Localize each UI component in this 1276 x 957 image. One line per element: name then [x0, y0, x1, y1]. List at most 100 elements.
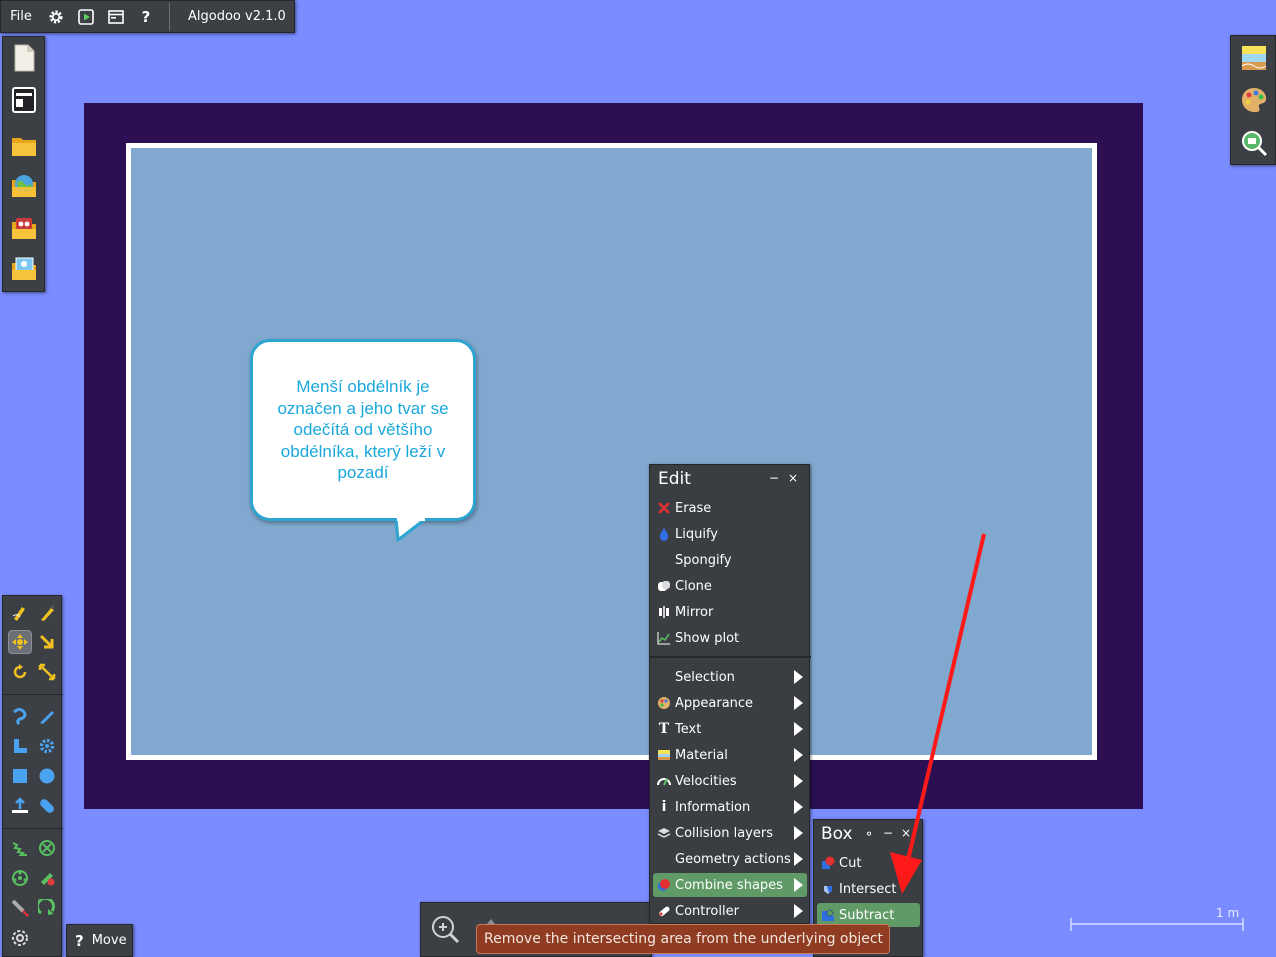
- menu-item-mirror[interactable]: Mirror: [653, 600, 807, 624]
- submenu-arrow-icon: [794, 800, 803, 814]
- move-tool-icon[interactable]: [8, 630, 32, 654]
- gear-icon[interactable]: [41, 0, 71, 33]
- knife-tool-icon[interactable]: [35, 704, 59, 728]
- thruster-tool-icon[interactable]: [35, 896, 59, 920]
- chain-tool-icon[interactable]: [8, 926, 32, 950]
- plot-icon: [653, 626, 675, 650]
- active-tool-label: Move: [91, 933, 127, 948]
- new-scene-icon[interactable]: [10, 43, 38, 73]
- hinge-tool-icon[interactable]: [35, 794, 59, 818]
- appearance-icon: [653, 691, 675, 715]
- open-phun-icon[interactable]: [10, 212, 38, 242]
- minimize-icon[interactable]: −: [769, 471, 779, 485]
- menu-item-show-plot[interactable]: Show plot: [653, 626, 807, 650]
- material-icon: [653, 743, 675, 767]
- menu-item-material[interactable]: Material: [653, 743, 807, 767]
- box-tool-icon[interactable]: [8, 764, 32, 788]
- submenu-arrow-icon: [794, 904, 803, 918]
- wheel-tool-icon[interactable]: [8, 866, 32, 890]
- tool-divider: [3, 694, 63, 695]
- menu-item-label: Show plot: [675, 630, 740, 646]
- cut-icon: [817, 851, 839, 875]
- menu-item-clone[interactable]: Clone: [653, 574, 807, 598]
- layers-icon: [653, 821, 675, 845]
- tool-palette: [2, 595, 63, 957]
- fixate-tool-icon[interactable]: [8, 794, 32, 818]
- menu-item-label: Clone: [675, 578, 712, 594]
- spring-tool-icon[interactable]: [8, 836, 32, 860]
- help-icon: ?: [75, 931, 84, 950]
- gear-tool-icon[interactable]: [35, 734, 59, 758]
- top-bar: File ? Algodoo v2.1.0: [0, 0, 295, 33]
- tracer-tool-icon[interactable]: [35, 866, 59, 890]
- circle-tool-icon[interactable]: [35, 764, 59, 788]
- laser-tool-icon[interactable]: [8, 896, 32, 920]
- file-menu[interactable]: File: [1, 0, 41, 33]
- open-folder-icon[interactable]: [10, 130, 38, 160]
- tool-help-button[interactable]: ? Move: [66, 924, 133, 957]
- intersect-icon: [817, 877, 839, 901]
- menu-item-text[interactable]: T Text: [653, 717, 807, 741]
- menu-item-erase[interactable]: Erase: [653, 496, 807, 520]
- zoom-find-icon[interactable]: [1240, 129, 1268, 157]
- menu-item-combine-shapes[interactable]: Combine shapes: [653, 873, 807, 897]
- brush-tool-icon[interactable]: [35, 601, 59, 625]
- menu-item-label: Collision layers: [675, 825, 773, 841]
- close-icon[interactable]: ×: [788, 471, 798, 485]
- menu-item-label: Appearance: [675, 695, 754, 711]
- menu-item-label: Combine shapes: [675, 877, 783, 893]
- tooltip: Remove the intersecting area from the un…: [476, 924, 890, 954]
- menu-item-controller[interactable]: Controller: [653, 899, 807, 923]
- axle-tool-icon[interactable]: [35, 836, 59, 860]
- palette-icon[interactable]: [1240, 86, 1268, 114]
- submenu-arrow-icon: [794, 878, 803, 892]
- sketch-tool-icon[interactable]: [8, 601, 32, 625]
- help-icon[interactable]: ?: [131, 0, 161, 33]
- template-icon[interactable]: [10, 85, 38, 115]
- menu-item-spongify[interactable]: Spongify: [653, 548, 807, 572]
- controller-icon: [653, 899, 675, 923]
- scale-bar: 1 m: [1070, 905, 1245, 933]
- submenu-arrow-icon: [794, 670, 803, 684]
- submenu-arrow-icon: [794, 774, 803, 788]
- plane-tool-icon[interactable]: [8, 734, 32, 758]
- annotation-arrow: [890, 533, 986, 894]
- right-toolbar: [1230, 35, 1276, 165]
- mirror-icon: [653, 600, 675, 624]
- drag-tool-icon[interactable]: [35, 630, 59, 654]
- rope-tool-icon[interactable]: [8, 704, 32, 728]
- menu-item-information[interactable]: i Information: [653, 795, 807, 819]
- tool-divider: [3, 828, 63, 829]
- bubble-tail: [394, 518, 425, 542]
- menu-item-liquify[interactable]: Liquify: [653, 522, 807, 546]
- menu-separator: [650, 656, 811, 658]
- open-samples-icon[interactable]: [10, 253, 38, 283]
- combine-icon: [653, 873, 675, 897]
- erase-icon: [653, 496, 675, 520]
- menu-item-appearance[interactable]: Appearance: [653, 691, 807, 715]
- menu-item-label: Mirror: [675, 604, 714, 620]
- liquify-icon: [653, 522, 675, 546]
- menu-item-selection[interactable]: Selection: [653, 665, 807, 689]
- clone-icon: [653, 574, 675, 598]
- background-icon[interactable]: [1240, 44, 1268, 72]
- menu-item-geometry-actions[interactable]: Geometry actions: [653, 847, 807, 871]
- rotate-tool-icon[interactable]: [8, 660, 32, 684]
- scale-tool-icon[interactable]: [35, 660, 59, 684]
- menu-item-label: Information: [675, 799, 751, 815]
- submenu-arrow-icon: [794, 696, 803, 710]
- text-icon: T: [658, 721, 670, 737]
- zoom-icon[interactable]: [431, 915, 461, 949]
- menu-item-collision-layers[interactable]: Collision layers: [653, 821, 807, 845]
- menu-item-velocities[interactable]: Velocities: [653, 769, 807, 793]
- menu-item-label: Liquify: [675, 526, 718, 542]
- play-icon[interactable]: [71, 0, 101, 33]
- pin-icon[interactable]: ⚬: [864, 827, 874, 841]
- speech-bubble: Menší obdélník je označen a jeho tvar se…: [250, 339, 476, 521]
- window-icon[interactable]: [101, 0, 131, 33]
- submenu-arrow-icon: [794, 826, 803, 840]
- menu-item-label: Controller: [675, 903, 739, 919]
- velocities-icon: [653, 769, 675, 793]
- online-scenes-icon[interactable]: [10, 170, 38, 200]
- menu-item-label: Spongify: [675, 552, 732, 568]
